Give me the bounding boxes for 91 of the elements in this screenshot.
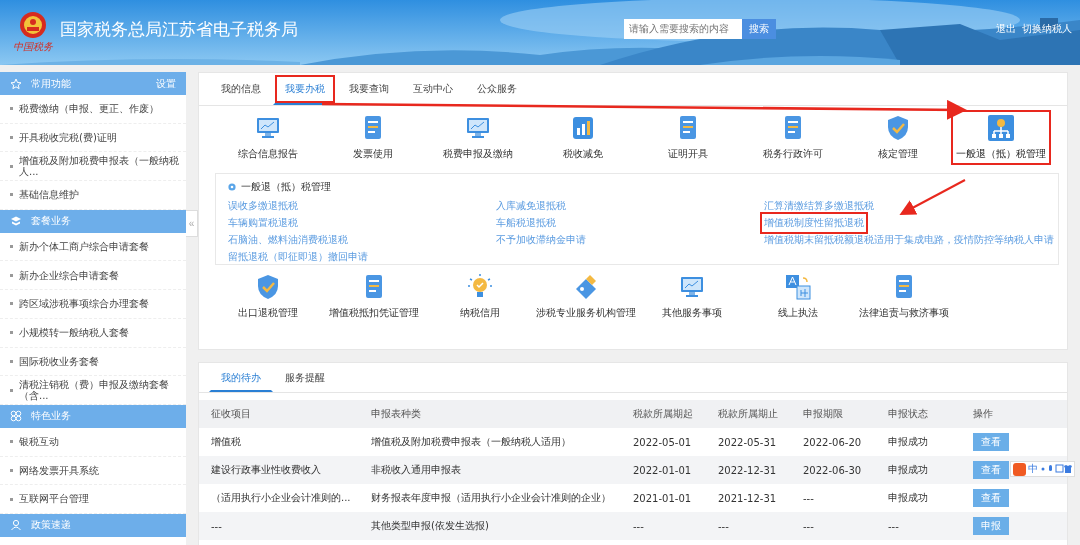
table-cell: 2021-12-31 [706, 484, 791, 512]
table-cell: --- [706, 512, 791, 540]
section-title: 政策速递 [31, 518, 72, 533]
sidebar-item-text: 互联网平台管理 [19, 493, 89, 505]
table-cell: 2022-06-20 [791, 428, 876, 456]
table-cell: 申报成功 [876, 484, 961, 512]
sidebar-item-text: 国际税收业务套餐 [19, 355, 99, 368]
tab[interactable]: 我要办税 [273, 73, 337, 105]
table-cell: 申报成功 [876, 428, 961, 456]
service-tile[interactable]: 税务行政许可 [740, 110, 846, 165]
table-cell: 2022-05-31 [706, 428, 791, 456]
tab[interactable]: 公众服务 [465, 73, 529, 105]
service-tile[interactable]: 出口退税管理 [215, 269, 321, 324]
table-cell: 增值税及附加税费申报表（一般纳税人适用） [359, 428, 621, 456]
service-tile[interactable]: 发票使用 [320, 110, 426, 165]
sidebar-item[interactable]: 国际税收业务套餐 [0, 347, 186, 377]
table-cell: 财务报表年度申报（适用执行小企业会计准则的企业） [359, 484, 621, 512]
service-tile[interactable]: 纳税信用 [427, 269, 533, 324]
column-header: 申报表种类 [359, 400, 621, 428]
sidebar-item[interactable]: 小规模转一般纳税人套餐 [0, 318, 186, 348]
submenu-title: 一般退（抵）税管理 [241, 180, 331, 194]
service-tile[interactable]: 核定管理 [845, 110, 951, 165]
table-cell: 建设行政事业性收费收入 [199, 456, 359, 484]
table-cell: 增值税 [199, 428, 359, 456]
table-cell: 其他类型申报(依发生选报) [359, 512, 621, 540]
sidebar-item-text: 新办企业综合申请套餐 [19, 269, 119, 282]
section-title: 特色业务 [31, 409, 72, 424]
sidebar-item-text: 增值税及附加税费申报表（一般纳税人... [19, 154, 180, 178]
sidebar-item-text: 清税注销税（费）申报及缴纳套餐（含... [19, 378, 170, 402]
section-title: 套餐业务 [31, 214, 72, 229]
input-mode[interactable]: 中 [1028, 462, 1038, 476]
table-cell: --- [791, 484, 876, 512]
column-header: 征收项目 [199, 400, 359, 428]
sidebar-item[interactable]: 新办个体工商户综合申请套餐 [0, 232, 186, 262]
sidebar-item-text: 网络发票开具系统 [19, 464, 99, 477]
table-cell: --- [621, 512, 706, 540]
sidebar-item[interactable]: 清税注销税（费）申报及缴纳套餐（含... [0, 376, 186, 405]
table-cell: --- [791, 512, 876, 540]
table-cell: 2022-06-30 [791, 456, 876, 484]
sidebar-item[interactable]: 基础信息维护 [0, 181, 186, 210]
service-tile[interactable]: 线上执法 [745, 269, 851, 324]
column-header: 操作 [961, 400, 1067, 428]
sidebar-item[interactable]: 银税互动 [0, 427, 186, 457]
service-tile[interactable]: 综合信息报告 [215, 110, 321, 165]
table-cell: 非税收入通用申报表 [359, 456, 621, 484]
section-title: 常用功能 [31, 76, 72, 91]
sidebar-item-text: 基础信息维护 [19, 189, 79, 201]
sidebar-item[interactable]: 增值税及附加税费申报表（一般纳税人... [0, 152, 186, 182]
column-header: 申报期限 [791, 400, 876, 428]
table-cell: --- [876, 512, 961, 540]
sidebar-item[interactable]: 新办企业综合申请套餐 [0, 261, 186, 291]
table-cell: --- [199, 512, 359, 540]
service-tile[interactable]: 涉税专业服务机构管理 [533, 269, 639, 324]
service-tile[interactable]: 增值税抵扣凭证管理 [321, 269, 427, 324]
sidebar-item-text: 开具税收完税(费)证明 [19, 131, 117, 144]
column-header: 申报状态 [876, 400, 961, 428]
table-cell: （适用执行小企业会计准则的... [199, 484, 359, 512]
tab[interactable]: 我要查询 [337, 73, 401, 105]
table-cell: 2021-01-01 [621, 484, 706, 512]
site-title: 国家税务总局江苏省电子税务局 [60, 18, 298, 41]
sidebar-item-text: 银税互动 [19, 435, 59, 448]
service-tile[interactable]: 法律追责与救济事项 [851, 269, 957, 324]
header-link[interactable]: 切换纳税人 [1022, 21, 1072, 36]
table-cell: 2022-01-01 [621, 456, 706, 484]
table-cell: 2022-05-01 [621, 428, 706, 456]
service-tile[interactable]: 证明开具 [635, 110, 741, 165]
sidebar-item[interactable]: 税费缴纳（申报、更正、作废） [0, 95, 186, 124]
logo-caption: 中国税务 [13, 40, 53, 54]
search-field[interactable]: 请输入需要搜索的内容 [624, 18, 742, 39]
sidebar-item-text: 税费缴纳（申报、更正、作废） [19, 103, 159, 115]
column-header: 税款所属期止 [706, 400, 791, 428]
tab[interactable]: 我的待办 [209, 363, 273, 392]
tab[interactable]: 我的信息 [209, 73, 273, 105]
sidebar-item[interactable]: 互联网平台管理 [0, 485, 186, 514]
column-header: 税款所属期起 [621, 400, 706, 428]
header-link[interactable]: 退出 [996, 21, 1016, 36]
sidebar-item[interactable]: 跨区域涉税事项综合办理套餐 [0, 290, 186, 319]
ime-toolbar[interactable]: 中 [1010, 461, 1075, 477]
sidebar-item-text: 跨区域涉税事项综合办理套餐 [19, 298, 149, 310]
sidebar-item[interactable]: 网络发票开具系统 [0, 456, 186, 486]
table-cell: 申报成功 [876, 456, 961, 484]
tab[interactable]: 服务提醒 [273, 363, 337, 392]
table-cell: 2022-12-31 [706, 456, 791, 484]
service-tile[interactable]: 一般退（抵）税管理 [951, 110, 1051, 165]
tab[interactable]: 互动中心 [401, 73, 465, 105]
service-tile[interactable]: 税收减免 [530, 110, 636, 165]
sidebar-item[interactable]: 开具税收完税(费)证明 [0, 123, 186, 153]
sidebar-item-text: 新办个体工商户综合申请套餐 [19, 240, 149, 253]
service-tile[interactable]: 其他服务事项 [639, 269, 745, 324]
service-tile[interactable]: 税费申报及缴纳 [425, 110, 531, 165]
sidebar-item-text: 小规模转一般纳税人套餐 [19, 326, 129, 339]
